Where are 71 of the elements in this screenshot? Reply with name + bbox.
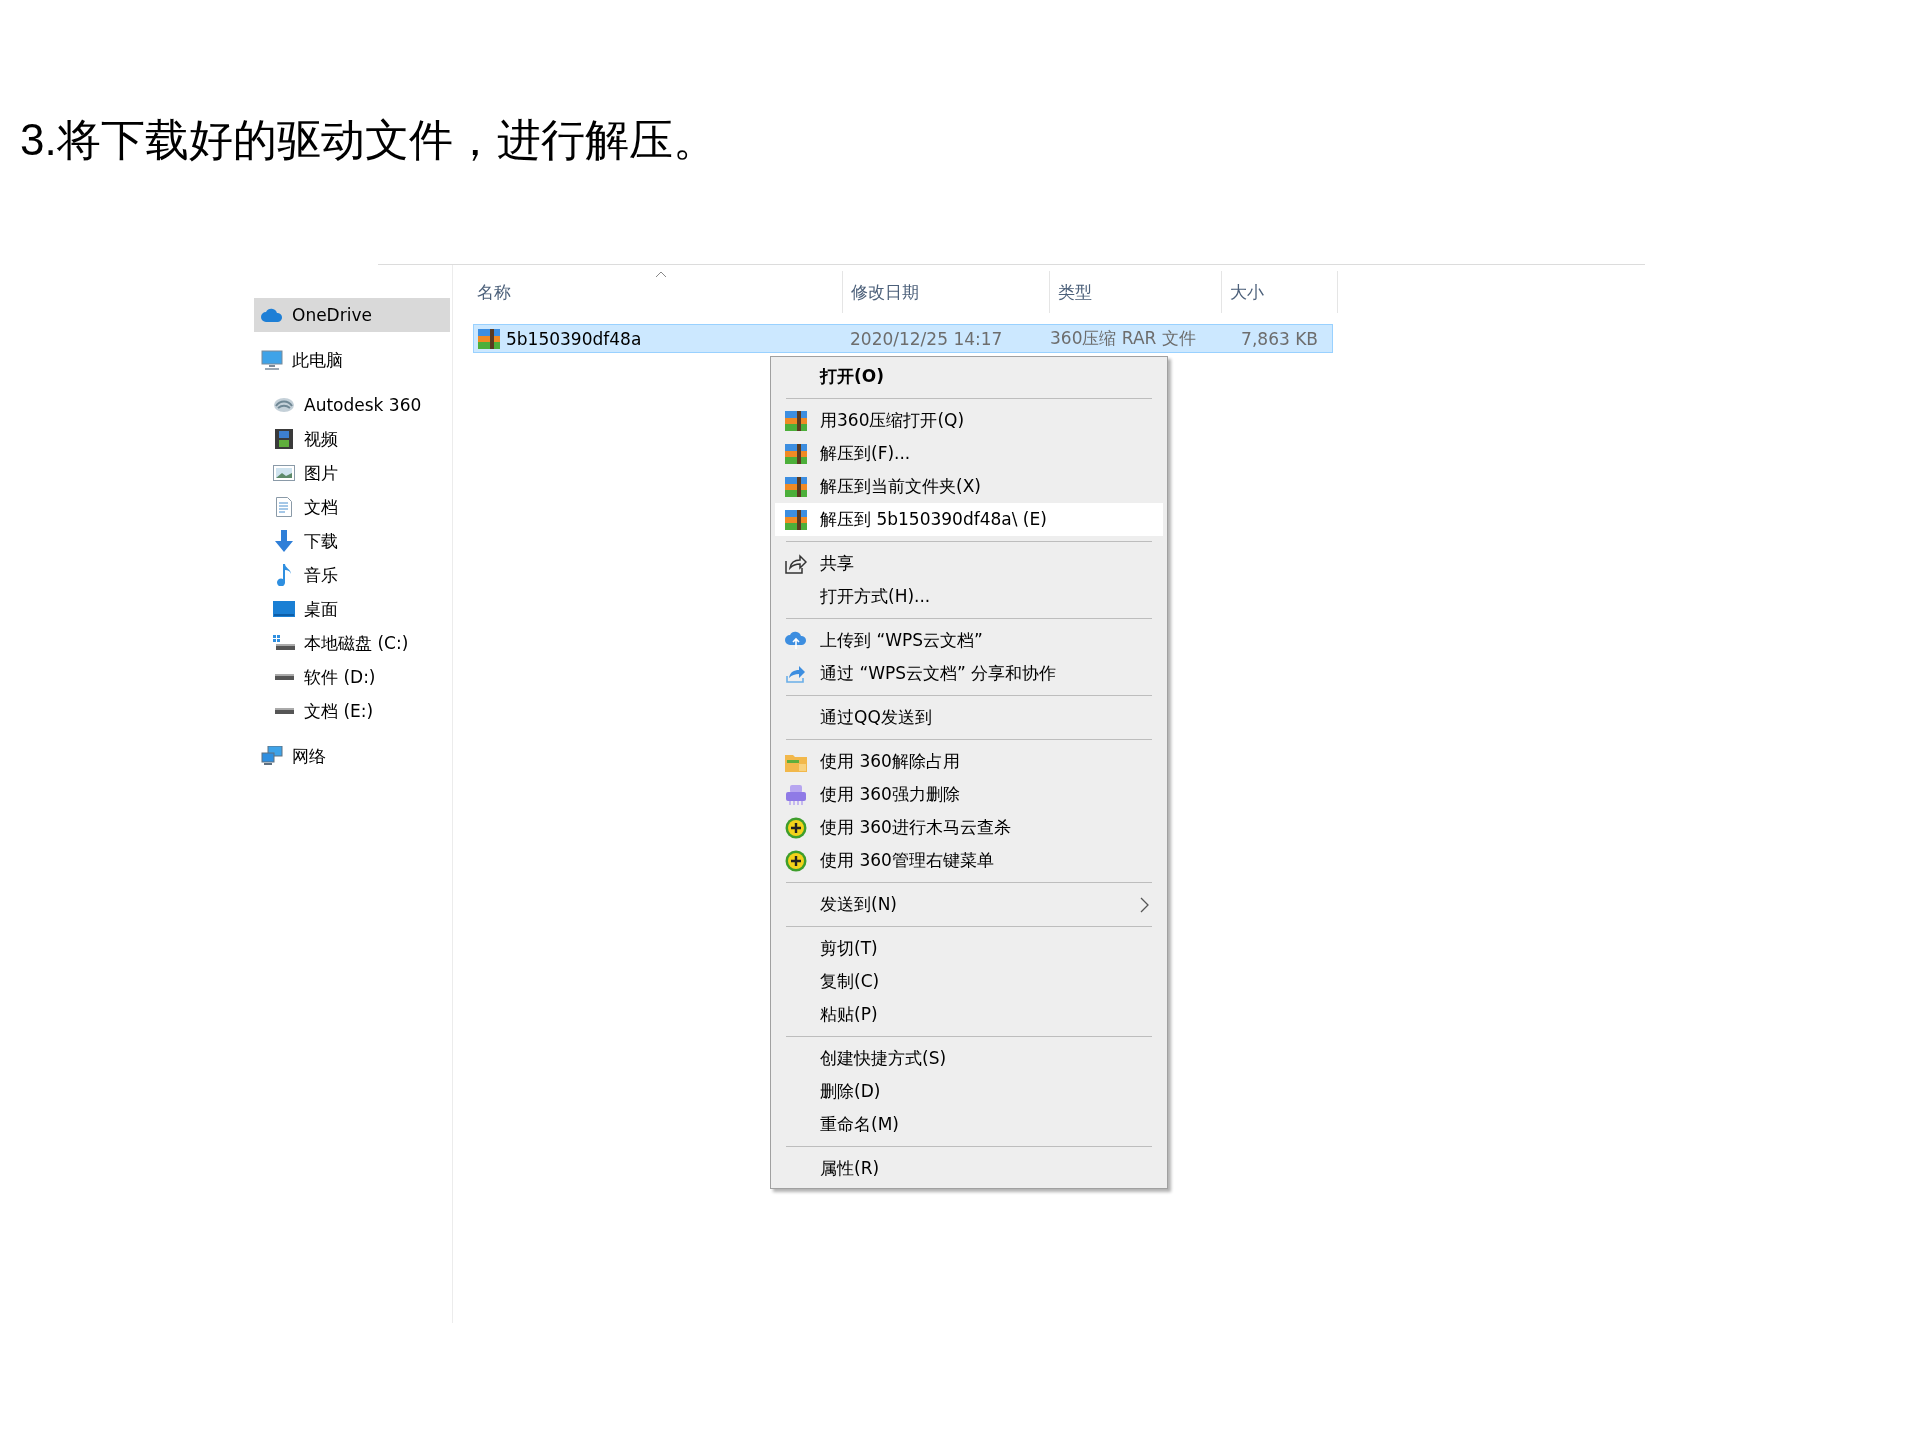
column-header[interactable]: 大小 [1222,271,1338,313]
archive-icon [785,410,807,431]
down-arrow-icon [274,530,294,552]
drive-icon [273,673,295,681]
desktop-icon [273,601,295,617]
menu-item[interactable]: 共享 [775,547,1163,580]
network-icon [261,746,283,766]
sidebar-item[interactable]: 文档 (E:) [254,694,450,728]
archive-icon [785,509,807,530]
column-header[interactable]: 类型 [1050,271,1222,313]
cloud-icon [261,308,283,322]
menu-item[interactable]: 发送到(N) [775,888,1163,921]
menu-item[interactable]: 复制(C) [775,965,1163,998]
sidebar-item[interactable]: 软件 (D:) [254,660,450,694]
file-row[interactable]: 5b150390df48a 2020/12/25 14:17 360压缩 RAR 文件 7,863 KB [473,324,1333,353]
drive-icon [273,635,295,651]
shredder-icon [785,784,807,805]
column-header[interactable]: 修改日期 [843,271,1050,313]
sidebar-item[interactable]: 桌面 [254,592,450,626]
menu-item[interactable]: 上传到 “WPS云文档” [775,624,1163,657]
menu-item[interactable]: 属性(R) [775,1152,1163,1185]
music-note-icon [276,564,292,586]
swirl-icon [273,397,295,413]
sidebar-item[interactable]: 网络 [254,739,450,773]
sidebar-item[interactable]: 音乐 [254,558,450,592]
menu-item[interactable]: 创建快捷方式(S) [775,1042,1163,1075]
sidebar-item[interactable]: 此电脑 [254,343,450,377]
menu-item[interactable]: 使用 360进行木马云查杀 [775,811,1163,844]
menu-item[interactable]: 打开方式(H)... [775,580,1163,613]
plus-circle-icon [785,816,807,839]
menu-item[interactable]: 使用 360强力删除 [775,778,1163,811]
menu-item[interactable]: 通过QQ发送到 [775,701,1163,734]
menu-item[interactable]: 使用 360管理右键菜单 [775,844,1163,877]
sidebar-item[interactable]: 本地磁盘 (C:) [254,626,450,660]
archive-icon [785,443,807,464]
film-icon [275,429,293,449]
file-size: 7,863 KB [1240,328,1318,349]
menu-item[interactable]: 粘贴(P) [775,998,1163,1031]
sidebar-item[interactable]: 下载 [254,524,450,558]
share-icon [785,553,807,574]
menu-item[interactable]: 剪切(T) [775,932,1163,965]
menu-item[interactable]: 使用 360解除占用 [775,745,1163,778]
document-icon [276,497,292,517]
sidebar-item[interactable]: 文档 [254,490,450,524]
file-type: 360压缩 RAR 文件 [1050,327,1197,350]
chevron-right-icon [1140,897,1149,913]
plus-circle-icon [785,849,807,872]
drive-icon [273,707,295,715]
menu-item[interactable]: 通过 “WPS云文档” 分享和协作 [775,657,1163,690]
modified-date: 2020/12/25 14:17 [850,328,1004,349]
cloud-upload-icon [785,630,807,651]
archive-icon [478,328,500,349]
menu-item[interactable]: 打开(O) [775,360,1163,393]
picture-icon [273,465,295,481]
sidebar-item[interactable]: 图片 [254,456,450,490]
menu-item[interactable]: 用360压缩打开(Q) [775,404,1163,437]
sort-caret-icon [655,271,667,278]
monitor-icon [261,350,283,370]
column-header[interactable]: 名称 [455,271,843,313]
menu-item[interactable]: 解压到当前文件夹(X) [775,470,1163,503]
menu-item[interactable]: 重命名(M) [775,1108,1163,1141]
menu-item[interactable]: 解压到 5b150390df48a\ (E) [775,503,1163,536]
sidebar-item[interactable]: 视频 [254,422,450,456]
file-name: 5b150390df48a [506,328,642,349]
menu-item[interactable]: 删除(D) [775,1075,1163,1108]
archive-icon [785,476,807,497]
menu-item[interactable]: 解压到(F)... [775,437,1163,470]
step-heading: 3.将下载好的驱动文件，进行解压。 [20,114,717,166]
sidebar-item[interactable]: Autodesk 360 [254,388,450,422]
share-arrow-icon [785,663,807,684]
sidebar-item[interactable]: OneDrive [254,298,450,332]
